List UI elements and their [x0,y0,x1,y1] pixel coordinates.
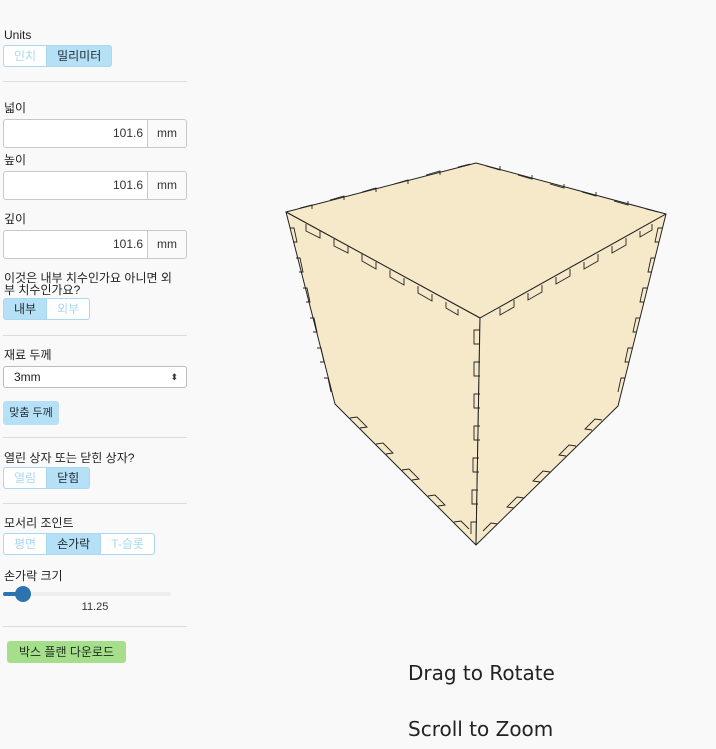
dimension-mode-toggle: 내부 외부 [3,298,91,320]
units-label: Units [4,28,32,42]
finger-size-label: 손가락 크기 [4,569,63,583]
joint-tslot-button[interactable]: T-슬롯 [101,533,155,555]
depth-field[interactable]: 101.6 mm [3,230,187,259]
material-label: 재료 두께 [4,348,52,362]
outside-button[interactable]: 외부 [47,298,91,320]
units-toggle: 인치 밀리미터 [3,45,113,67]
download-plans-button[interactable]: 박스 플랜 다운로드 [7,641,126,663]
drag-to-rotate-hint: Drag to Rotate [408,661,555,685]
width-field[interactable]: 101.6 mm [3,119,187,148]
height-input[interactable]: 101.6 [4,172,147,199]
material-select[interactable]: 3mm ⬍ [3,366,187,388]
joint-finger-button[interactable]: 손가락 [47,533,102,555]
height-field[interactable]: 101.6 mm [3,171,187,200]
height-unit: mm [147,172,186,199]
width-label: 넓이 [4,101,27,115]
divider [3,437,187,438]
box-type-toggle: 열림 닫힘 [3,467,91,489]
width-unit: mm [147,120,186,147]
settings-sidebar: Units 인치 밀리미터 넓이 101.6 mm 높이 101.6 mm 깊이… [0,0,190,749]
box-type-label: 열린 상자 또는 닫힌 상자? [4,451,135,465]
open-box-button[interactable]: 열림 [3,467,48,489]
depth-label: 깊이 [4,212,27,226]
closed-box-button[interactable]: 닫힘 [47,467,91,489]
height-label: 높이 [4,153,27,167]
divider [3,503,187,504]
depth-unit: mm [147,231,186,258]
width-input[interactable]: 101.6 [4,120,147,147]
select-arrows-icon: ⬍ [170,372,178,382]
joint-label: 모서리 조인트 [4,516,74,530]
slider-thumb[interactable] [15,586,32,602]
units-inch-button[interactable]: 인치 [3,45,48,67]
units-mm-button[interactable]: 밀리미터 [47,45,113,67]
dimension-mode-label-2: 부 치수인가요? [4,283,81,297]
joint-flat-button[interactable]: 평면 [3,533,48,555]
divider [3,81,187,82]
box-model[interactable] [285,162,667,546]
divider [3,626,187,627]
divider [3,335,187,336]
depth-input[interactable]: 101.6 [4,231,147,258]
finger-size-value: 11.25 [81,601,109,613]
fit-thickness-button[interactable]: 맞춤 두께 [3,401,59,425]
joint-toggle: 평면 손가락 T-슬롯 [3,533,155,555]
box-3d-viewer[interactable] [190,0,716,749]
scroll-to-zoom-hint: Scroll to Zoom [408,717,554,741]
inside-button[interactable]: 내부 [3,298,48,320]
material-value: 3mm [14,370,41,384]
